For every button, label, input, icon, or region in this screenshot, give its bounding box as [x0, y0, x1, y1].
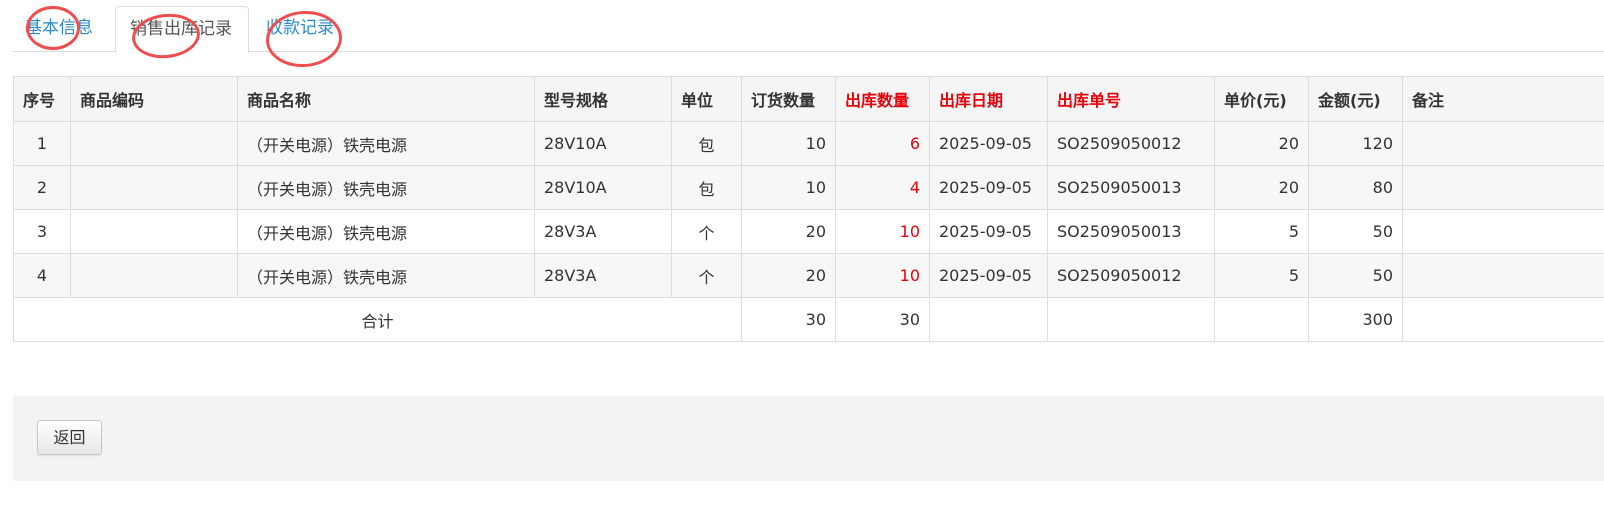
cell-spec: 28V10A: [534, 121, 672, 166]
cell-product-code: [70, 209, 238, 254]
header-index: 序号: [13, 76, 71, 122]
cell-remark: [1402, 209, 1604, 254]
cell-index: 1: [13, 121, 71, 166]
cell-product-name: （开关电源）铁壳电源: [237, 253, 535, 298]
cell-amount: 80: [1308, 165, 1403, 210]
cell-remark: [1402, 253, 1604, 298]
table-row: 1 （开关电源）铁壳电源 28V10A 包 10 6 2025-09-05 SO…: [13, 121, 1604, 166]
table-header-row: 序号 商品编码 商品名称 型号规格 单位 订货数量 出库数量 出库日期 出库单号…: [13, 76, 1604, 122]
cell-product-code: [70, 253, 238, 298]
cell-order-qty: 10: [741, 165, 836, 210]
total-out-qty: 30: [835, 297, 930, 342]
cell-product-name: （开关电源）铁壳电源: [237, 209, 535, 254]
tab-payment-records[interactable]: 收款记录: [253, 6, 348, 52]
header-unit: 单位: [671, 76, 742, 122]
tab-sales-outbound-records[interactable]: 销售出库记录: [115, 6, 249, 53]
form-actions-bar: 返回: [13, 396, 1604, 481]
cell-order-qty: 10: [741, 121, 836, 166]
cell-product-code: [70, 165, 238, 210]
cell-unit: 包: [671, 121, 742, 166]
header-out-date: 出库日期: [929, 76, 1048, 122]
total-empty-cell: [1214, 297, 1309, 342]
header-order-qty: 订货数量: [741, 76, 836, 122]
cell-unit-price: 20: [1214, 121, 1309, 166]
tab-bar: 基本信息 销售出库记录 收款记录: [13, 0, 1604, 53]
cell-out-qty: 10: [835, 209, 930, 254]
cell-order-qty: 20: [741, 209, 836, 254]
cell-out-date: 2025-09-05: [929, 165, 1048, 210]
header-spec: 型号规格: [534, 76, 672, 122]
total-empty-cell: [929, 297, 1048, 342]
total-empty-cell: [1402, 297, 1604, 342]
table-total-row: 合计 30 30 300: [13, 297, 1604, 342]
cell-product-code: [70, 121, 238, 166]
outbound-records-table: 序号 商品编码 商品名称 型号规格 单位 订货数量 出库数量 出库日期 出库单号…: [13, 76, 1604, 342]
cell-unit-price: 5: [1214, 209, 1309, 254]
header-product-code: 商品编码: [70, 76, 238, 122]
cell-amount: 50: [1308, 253, 1403, 298]
cell-out-qty: 10: [835, 253, 930, 298]
tab-basic-info[interactable]: 基本信息: [13, 6, 107, 52]
cell-order-qty: 20: [741, 253, 836, 298]
cell-spec: 28V3A: [534, 209, 672, 254]
cell-out-no: SO2509050012: [1047, 121, 1215, 166]
cell-unit-price: 5: [1214, 253, 1309, 298]
cell-product-name: （开关电源）铁壳电源: [237, 165, 535, 210]
cell-out-no: SO2509050013: [1047, 209, 1215, 254]
table-row: 3 （开关电源）铁壳电源 28V3A 个 20 10 2025-09-05 SO…: [13, 209, 1604, 254]
cell-remark: [1402, 121, 1604, 166]
cell-out-no: SO2509050013: [1047, 165, 1215, 210]
total-label: 合计: [13, 297, 742, 342]
total-empty-cell: [1047, 297, 1215, 342]
cell-unit: 个: [671, 209, 742, 254]
header-remark: 备注: [1402, 76, 1604, 122]
header-amount: 金额(元): [1308, 76, 1403, 122]
cell-spec: 28V3A: [534, 253, 672, 298]
header-out-no: 出库单号: [1047, 76, 1215, 122]
total-amount: 300: [1308, 297, 1403, 342]
cell-unit: 包: [671, 165, 742, 210]
cell-product-name: （开关电源）铁壳电源: [237, 121, 535, 166]
cell-out-qty: 6: [835, 121, 930, 166]
header-out-qty: 出库数量: [835, 76, 930, 122]
cell-out-date: 2025-09-05: [929, 253, 1048, 298]
header-product-name: 商品名称: [237, 76, 535, 122]
table-row: 4 （开关电源）铁壳电源 28V3A 个 20 10 2025-09-05 SO…: [13, 253, 1604, 298]
cell-out-no: SO2509050012: [1047, 253, 1215, 298]
cell-out-qty: 4: [835, 165, 930, 210]
table-row: 2 （开关电源）铁壳电源 28V10A 包 10 4 2025-09-05 SO…: [13, 165, 1604, 210]
back-button[interactable]: 返回: [37, 420, 102, 455]
header-unit-price: 单价(元): [1214, 76, 1309, 122]
cell-spec: 28V10A: [534, 165, 672, 210]
cell-out-date: 2025-09-05: [929, 121, 1048, 166]
cell-out-date: 2025-09-05: [929, 209, 1048, 254]
cell-unit: 个: [671, 253, 742, 298]
total-order-qty: 30: [741, 297, 836, 342]
cell-index: 2: [13, 165, 71, 210]
cell-unit-price: 20: [1214, 165, 1309, 210]
cell-index: 3: [13, 209, 71, 254]
cell-amount: 120: [1308, 121, 1403, 166]
cell-index: 4: [13, 253, 71, 298]
cell-remark: [1402, 165, 1604, 210]
cell-amount: 50: [1308, 209, 1403, 254]
